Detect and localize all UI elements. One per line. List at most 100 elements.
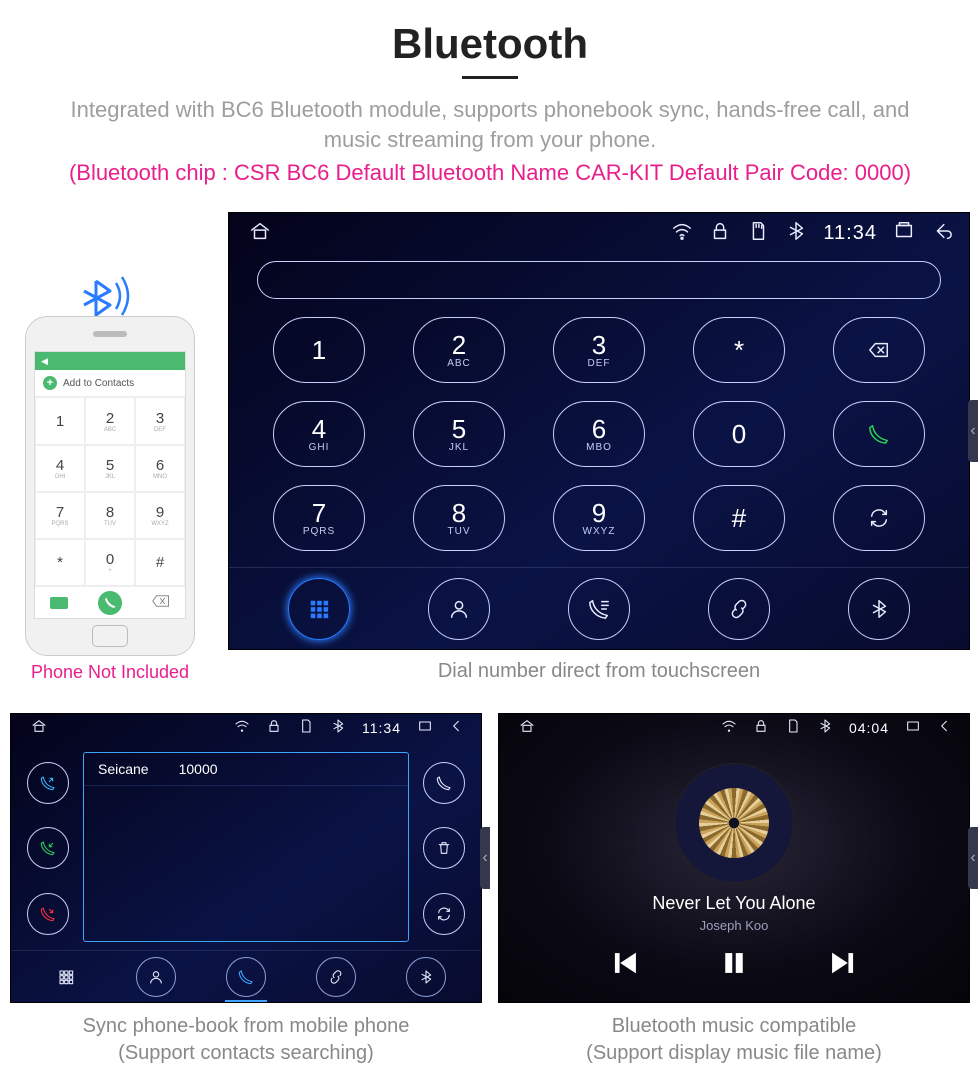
call-contact-button[interactable] <box>423 762 465 804</box>
phone-key-2[interactable]: 2ABC <box>85 397 135 444</box>
title-underline <box>462 76 518 79</box>
dial-swap-button[interactable] <box>833 485 925 551</box>
recents-icon[interactable] <box>893 220 915 247</box>
contact-row[interactable]: Seicane 10000 <box>84 753 408 786</box>
side-tab-handle[interactable]: ‹ <box>968 400 978 462</box>
lock-icon <box>753 718 769 739</box>
phonebook-caption-l2: (Support contacts searching) <box>10 1040 482 1067</box>
album-art-disc <box>674 763 794 883</box>
dial-key-4[interactable]: 4GHI <box>273 401 365 467</box>
phone-key-0[interactable]: 0+ <box>85 539 135 586</box>
bluetooth-status-icon <box>785 220 807 247</box>
clock-text: 11:34 <box>823 222 877 245</box>
bluetooth-status-icon <box>330 718 346 739</box>
next-track-button[interactable] <box>828 949 856 982</box>
phone-key-7[interactable]: 7PQRS <box>35 492 85 539</box>
phone-key-4[interactable]: 4GHI <box>35 445 85 492</box>
phone-home-button[interactable] <box>92 625 128 647</box>
tab-bluetooth[interactable] <box>406 957 446 997</box>
dial-key-*[interactable]: * <box>693 317 785 383</box>
contact-name: Seicane <box>98 761 149 777</box>
phone-key-6[interactable]: 6MNO <box>135 445 185 492</box>
phone-not-included-label: Phone Not Included <box>10 662 210 683</box>
tab-call-log[interactable] <box>568 578 630 640</box>
phone-key-8[interactable]: 8TUV <box>85 492 135 539</box>
incoming-call-icon[interactable] <box>27 762 69 804</box>
dial-key-9[interactable]: 9WXYZ <box>553 485 645 551</box>
music-caption-l1: Bluetooth music compatible <box>498 1013 970 1040</box>
tab-contacts[interactable] <box>136 957 176 997</box>
sd-icon <box>298 718 314 739</box>
tab-keypad[interactable] <box>288 578 350 640</box>
home-icon[interactable] <box>249 220 271 247</box>
phone-call-button[interactable] <box>98 591 122 615</box>
prev-track-button[interactable] <box>612 949 640 982</box>
wifi-icon <box>671 220 693 247</box>
phone-key-5[interactable]: 5JKL <box>85 445 135 492</box>
sd-icon <box>747 220 769 247</box>
dial-call-button[interactable] <box>833 401 925 467</box>
headunit-music: 04:04 Never Let You Alone Joseph Koo ‹ <box>498 713 970 1003</box>
dial-key-#[interactable]: # <box>693 485 785 551</box>
dial-key-1[interactable]: 1 <box>273 317 365 383</box>
tab-keypad[interactable] <box>46 957 86 997</box>
dial-key-3[interactable]: 3DEF <box>553 317 645 383</box>
missed-call-icon[interactable] <box>27 893 69 935</box>
tab-pairing[interactable] <box>316 957 356 997</box>
clock-text: 04:04 <box>849 720 889 736</box>
dial-key-0[interactable]: 0 <box>693 401 785 467</box>
headunit-dialer: 11:34 1 2ABC 3DEF * 4GHI 5JKL 6MBO 0 7PQRS 8TUV 9W… <box>228 212 970 650</box>
wifi-icon <box>234 718 250 739</box>
video-call-icon[interactable] <box>50 597 68 609</box>
bluetooth-signal-icon <box>80 271 140 321</box>
phone-key-*[interactable]: * <box>35 539 85 586</box>
dial-backspace-button[interactable] <box>833 317 925 383</box>
tab-bluetooth[interactable] <box>848 578 910 640</box>
phone-key-9[interactable]: 9WXYZ <box>135 492 185 539</box>
back-icon[interactable] <box>937 718 953 739</box>
dial-key-2[interactable]: 2ABC <box>413 317 505 383</box>
phone-key-3[interactable]: 3DEF <box>135 397 185 444</box>
phone-key-#[interactable]: # <box>135 539 185 586</box>
plus-icon: + <box>43 376 57 390</box>
home-icon[interactable] <box>519 718 535 739</box>
contact-list[interactable]: Seicane 10000 <box>83 752 409 942</box>
tab-pairing[interactable] <box>708 578 770 640</box>
clock-text: 11:34 <box>362 720 401 736</box>
sd-icon <box>785 718 801 739</box>
sync-contacts-button[interactable] <box>423 893 465 935</box>
lock-icon <box>709 220 731 247</box>
dial-key-7[interactable]: 7PQRS <box>273 485 365 551</box>
tab-call-log[interactable] <box>226 957 266 997</box>
dialer-caption: Dial number direct from touchscreen <box>228 660 970 683</box>
dial-key-6[interactable]: 6MBO <box>553 401 645 467</box>
dial-key-8[interactable]: 8TUV <box>413 485 505 551</box>
dial-number-input[interactable] <box>257 261 941 299</box>
outgoing-call-icon[interactable] <box>27 827 69 869</box>
page-description: Integrated with BC6 Bluetooth module, su… <box>40 95 940 154</box>
contact-number: 10000 <box>179 761 218 777</box>
page-title: Bluetooth <box>10 20 970 68</box>
track-artist: Joseph Koo <box>700 918 769 933</box>
backspace-icon[interactable] <box>152 595 170 610</box>
play-pause-button[interactable] <box>720 949 748 982</box>
delete-contact-button[interactable] <box>423 827 465 869</box>
tab-contacts[interactable] <box>428 578 490 640</box>
back-icon[interactable] <box>931 220 953 247</box>
wifi-icon <box>721 718 737 739</box>
back-icon[interactable] <box>449 718 465 739</box>
home-icon[interactable] <box>31 718 47 739</box>
side-tab-handle[interactable]: ‹ <box>480 827 490 889</box>
track-title: Never Let You Alone <box>652 893 815 914</box>
add-to-contacts-row[interactable]: + Add to Contacts <box>35 370 185 397</box>
phonebook-caption-l1: Sync phone-book from mobile phone <box>10 1013 482 1040</box>
bluetooth-spec-line: (Bluetooth chip : CSR BC6 Default Blueto… <box>10 160 970 186</box>
phone-mockup: ◀ + Add to Contacts 12ABC3DEF4GHI5JKL6MN… <box>25 316 195 656</box>
dial-key-5[interactable]: 5JKL <box>413 401 505 467</box>
add-to-contacts-label: Add to Contacts <box>63 378 134 389</box>
phone-key-1[interactable]: 1 <box>35 397 85 444</box>
headunit-phonebook: 11:34 Seicane 10000 <box>10 713 482 1003</box>
recents-icon[interactable] <box>905 718 921 739</box>
recents-icon[interactable] <box>417 718 433 739</box>
side-tab-handle[interactable]: ‹ <box>968 827 978 889</box>
